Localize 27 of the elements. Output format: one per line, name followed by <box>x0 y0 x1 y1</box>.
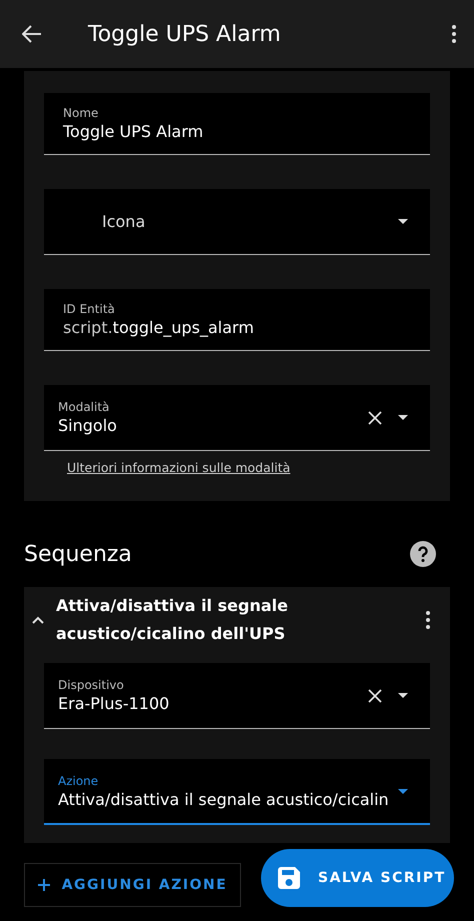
close-icon <box>368 410 382 424</box>
dropdown-caret-icon <box>398 415 408 420</box>
select-field[interactable]: Dispositivo Era-Plus-1100 <box>44 663 430 729</box>
icon-picker-field[interactable]: Icona <box>44 189 430 255</box>
section-title: Sequenza <box>24 542 132 566</box>
dropdown-caret-icon <box>398 693 408 698</box>
plus-icon <box>38 879 50 891</box>
select-field[interactable]: Azione Attiva/disattiva il segnale acustico/cicalin <box>44 759 430 825</box>
save-icon <box>278 867 300 889</box>
page-title: Toggle UPS Alarm <box>88 22 282 46</box>
text-field[interactable]: Nome Toggle UPS Alarm <box>44 93 430 155</box>
mode-info-link[interactable]: Ulteriori informazioni sulle modalità <box>67 460 430 475</box>
action-title: Attiva/disattiva il segnale acustico/cicalino dell'UPS <box>56 595 289 645</box>
menu-button[interactable] <box>452 25 456 43</box>
back-arrow-icon <box>22 25 42 43</box>
more-options-icon <box>452 25 456 43</box>
add-action-button[interactable]: AGGIUNGI AZIONE <box>24 863 241 907</box>
chevron-up-icon[interactable] <box>32 616 44 624</box>
select-field[interactable]: Modalità Singolo <box>44 385 430 451</box>
save-script-button[interactable]: SALVA SCRIPT <box>261 849 454 907</box>
help-icon[interactable] <box>410 541 436 567</box>
back-button[interactable] <box>22 25 42 43</box>
more-options-icon <box>426 611 430 629</box>
dropdown-caret-icon <box>398 788 408 794</box>
text-field[interactable]: ID Entità script.toggle_ups_alarm <box>44 289 430 351</box>
dropdown-caret-icon <box>398 219 408 224</box>
close-icon <box>368 688 382 702</box>
